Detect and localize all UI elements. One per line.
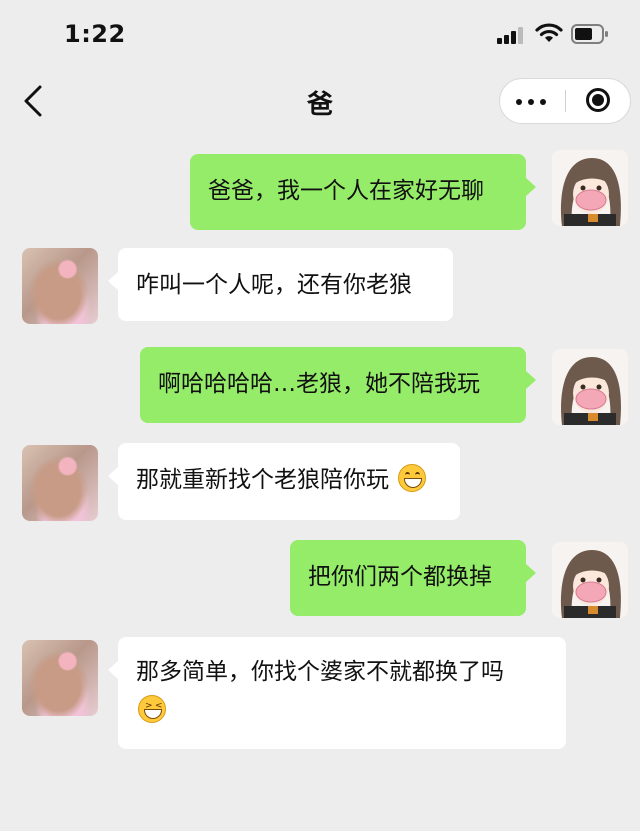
message-text: 那多简单，你找个婆家不就都换了吗 [136, 659, 504, 685]
message-bubble-incoming[interactable]: 那多简单，你找个婆家不就都换了吗 > < [108, 637, 566, 749]
message-text: 把你们两个都换掉 [308, 564, 492, 590]
anime-girl-avatar-icon [552, 150, 628, 226]
battery-icon [571, 24, 609, 44]
my-avatar[interactable] [552, 349, 628, 425]
cellular-signal-icon [497, 26, 525, 44]
my-avatar[interactable] [552, 542, 628, 618]
anime-girl-avatar-icon [552, 349, 628, 425]
message-text: 那就重新找个老狼陪你玩 [136, 467, 389, 493]
message-text: 咋叫一个人呢，还有你老狼 [136, 272, 412, 298]
message-bubble-outgoing[interactable]: 爸爸，我一个人在家好无聊 [190, 154, 536, 230]
mini-program-capsule [499, 78, 631, 124]
more-options-button[interactable] [500, 79, 565, 123]
chat-header: 爸 [0, 70, 640, 132]
message-bubble-outgoing[interactable]: 把你们两个都换掉 [290, 540, 536, 616]
my-avatar[interactable] [552, 150, 628, 226]
dad-avatar[interactable] [22, 640, 98, 716]
dad-avatar[interactable] [22, 445, 98, 521]
message-bubble-incoming[interactable]: 咋叫一个人呢，还有你老狼 [108, 248, 453, 321]
message-text: 爸爸，我一个人在家好无聊 [208, 178, 484, 204]
status-time: 1:22 [64, 20, 126, 48]
message-bubble-outgoing[interactable]: 啊哈哈哈哈…老狼，她不陪我玩 [140, 347, 536, 423]
dad-avatar[interactable] [22, 248, 98, 324]
wifi-icon [535, 22, 563, 44]
grin-emoji-icon [398, 464, 427, 492]
status-bar: 1:22 [0, 0, 640, 70]
close-target-button[interactable] [566, 79, 630, 123]
laughing-squint-emoji-icon: > < [138, 695, 166, 723]
message-bubble-incoming[interactable]: 那就重新找个老狼陪你玩 [108, 443, 460, 520]
anime-girl-avatar-icon [552, 542, 628, 618]
message-text: 啊哈哈哈哈…老狼，她不陪我玩 [158, 371, 480, 397]
